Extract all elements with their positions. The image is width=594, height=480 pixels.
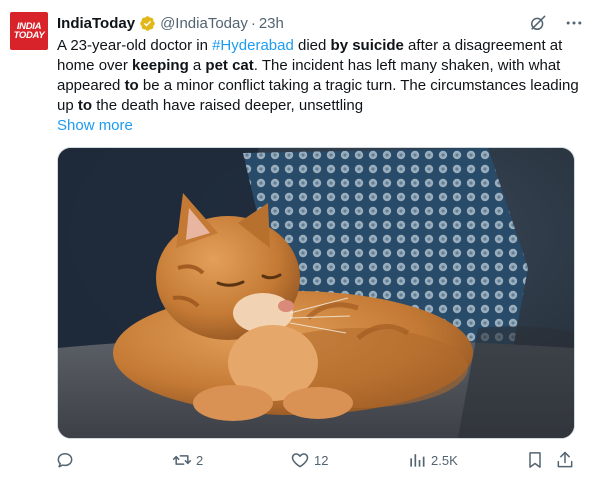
bookmark-icon [529, 452, 541, 468]
share-button[interactable] [555, 450, 575, 470]
post-image[interactable] [57, 147, 575, 439]
separator-dot: · [250, 14, 256, 32]
avatar-text-line2: TODAY [13, 30, 45, 41]
like-count: 12 [314, 452, 329, 468]
author-name[interactable]: IndiaToday [57, 15, 135, 32]
bookmark-button[interactable] [525, 450, 545, 470]
author-handle[interactable]: @IndiaToday [160, 15, 248, 32]
reply-button[interactable] [55, 450, 79, 470]
grok-icon[interactable] [528, 13, 548, 33]
views-button[interactable]: 2.5K [407, 450, 458, 470]
cat-photo-icon [58, 148, 574, 438]
views-count: 2.5K [431, 452, 458, 468]
text-segment: the death have raised deeper, unsettling [92, 97, 364, 114]
text-bold: to [77, 97, 93, 114]
repost-icon [172, 455, 192, 465]
views-chart-icon [410, 454, 425, 467]
reply-icon [57, 453, 73, 468]
post-actions: 2 12 2.5K [55, 450, 575, 474]
like-button[interactable]: 12 [290, 450, 328, 470]
repost-count: 2 [196, 452, 204, 468]
post-header: IndiaToday @IndiaToday · 23h [57, 11, 584, 35]
show-more-link[interactable]: Show more [57, 117, 133, 134]
text-segment: a [188, 57, 206, 74]
repost-button[interactable]: 2 [172, 450, 203, 470]
text-bold: pet cat [205, 57, 254, 74]
text-bold: keeping [132, 57, 189, 74]
more-options-icon[interactable] [564, 13, 584, 33]
post-time[interactable]: 23h [259, 15, 284, 32]
verified-badge-icon [140, 15, 155, 31]
heart-icon [291, 453, 309, 468]
text-bold: to [124, 77, 139, 94]
share-icon [557, 451, 573, 468]
text-segment: A 23-year-old doctor in [57, 37, 213, 54]
avatar[interactable]: INDIA TODAY [10, 12, 48, 50]
text-bold: by suicide [330, 37, 404, 54]
hashtag-link[interactable]: #Hyderabad [212, 37, 294, 54]
post-text: A 23-year-old doctor in #Hyderabad died … [57, 36, 582, 116]
text-segment: died [293, 37, 331, 54]
